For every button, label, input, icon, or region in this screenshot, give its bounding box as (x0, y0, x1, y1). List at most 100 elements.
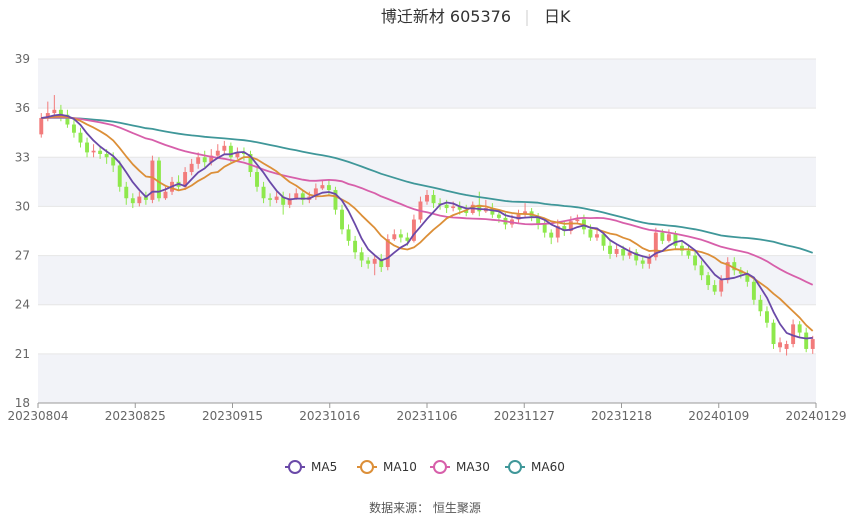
candle-body (621, 249, 626, 256)
candle-body (372, 258, 377, 264)
candle-body (228, 145, 233, 158)
candle (340, 204, 344, 235)
candle-body (78, 132, 83, 143)
legend-marker-icon (508, 460, 522, 474)
candle-body (719, 280, 724, 292)
candle (392, 229, 397, 241)
legend-label: MA30 (456, 460, 490, 474)
chart-header: 博迁新材 605376 日K (381, 7, 571, 26)
candle-body (189, 163, 194, 173)
candle-body (222, 145, 227, 151)
candle (680, 240, 684, 256)
x-tick-label: 20230804 (7, 409, 68, 423)
candle-body (137, 196, 142, 204)
candle-body (150, 160, 155, 200)
candle-body (274, 196, 279, 200)
candle-body (588, 229, 593, 238)
period-label: 日K (544, 7, 571, 26)
candle-body (549, 232, 554, 238)
background-band (38, 59, 816, 109)
candle-body (666, 234, 671, 241)
candle (778, 337, 783, 353)
candle-body (575, 219, 580, 222)
x-tick-label: 20240109 (688, 409, 749, 423)
candlestick-series (39, 95, 815, 356)
candle-body (71, 124, 76, 133)
candle (333, 186, 338, 215)
legend-label: MA60 (531, 460, 565, 474)
candle-body (810, 339, 815, 349)
candle-body (261, 186, 266, 199)
y-tick-label: 24 (15, 298, 30, 312)
legend-item-ma10[interactable]: MA10 (357, 460, 417, 474)
candle-body (326, 185, 331, 191)
candle (791, 319, 796, 348)
candle (542, 219, 547, 238)
legend-item-ma60[interactable]: MA60 (505, 460, 565, 474)
candle-body (130, 198, 135, 204)
candle (156, 157, 161, 202)
background-band (38, 255, 816, 305)
candle-body (595, 234, 599, 238)
data-source: 数据来源： 恒生聚源 (369, 500, 481, 515)
candle-body (804, 332, 809, 349)
candle-body (85, 142, 89, 153)
candle (39, 113, 44, 138)
candle-body (431, 194, 436, 204)
candle-body (608, 245, 613, 254)
candle-body (124, 186, 129, 199)
candle-body (385, 239, 390, 268)
candle (398, 229, 403, 243)
background-band (38, 353, 816, 403)
candle-body (765, 311, 769, 323)
candle-body (451, 206, 456, 209)
candle (91, 144, 96, 158)
candle (78, 127, 83, 148)
legend-marker-icon (433, 460, 447, 474)
candle-body (797, 324, 802, 333)
candle (595, 229, 599, 241)
candle-body (542, 224, 547, 233)
candle (346, 224, 351, 246)
chart-title: 博迁新材 605376 (381, 7, 511, 26)
x-tick-label: 20231016 (299, 409, 360, 423)
candle (784, 340, 789, 356)
candle-body (706, 275, 711, 286)
candle-body (673, 234, 678, 246)
legend-item-ma5[interactable]: MA5 (285, 460, 337, 474)
candle-body (91, 150, 96, 153)
candle-body (660, 232, 665, 241)
y-tick-label: 30 (15, 199, 30, 213)
candle-body (425, 194, 429, 202)
candle-body (699, 265, 704, 276)
candle-body (346, 229, 351, 241)
x-tick-label: 20240129 (785, 409, 846, 423)
candle-body (98, 150, 103, 155)
candle-body (778, 342, 783, 348)
legend-marker-icon (288, 460, 302, 474)
kline-chart: 博迁新材 605376 日K 18 21 24 27 30 33 36 39 20230804… (7, 7, 846, 515)
candle-body (353, 240, 358, 253)
x-tick-label: 20230915 (202, 409, 263, 423)
y-axis-ticks: 18 21 24 27 30 33 36 39 (15, 52, 30, 410)
candle (666, 229, 671, 243)
candle-body (712, 285, 717, 292)
candle-body (496, 214, 501, 218)
y-tick-label: 27 (15, 249, 30, 263)
y-tick-label: 36 (15, 101, 30, 115)
candle-body (196, 157, 201, 164)
legend-item-ma30[interactable]: MA30 (430, 460, 490, 474)
candle-body (392, 234, 397, 240)
y-tick-label: 21 (15, 347, 30, 361)
candle (411, 214, 416, 243)
candle-body (751, 281, 756, 300)
y-tick-label: 39 (15, 52, 30, 66)
candle (222, 140, 227, 155)
candle (85, 137, 89, 158)
candle (65, 109, 70, 128)
candle (797, 321, 802, 338)
x-tick-label: 20231218 (591, 409, 652, 423)
candle-body (255, 172, 259, 187)
candle-body (202, 157, 207, 163)
x-tick-label: 20231127 (494, 409, 555, 423)
